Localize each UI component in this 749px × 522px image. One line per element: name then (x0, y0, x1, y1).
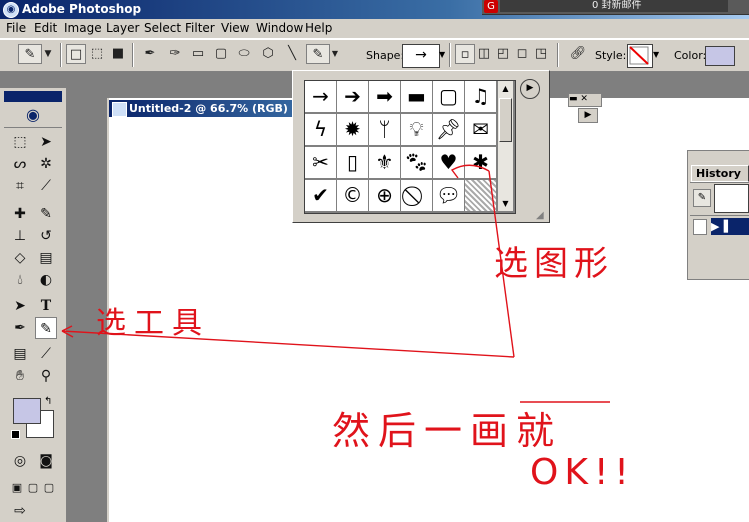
annotation-then-draw: 然后一画就 (332, 409, 563, 453)
annotation-select-tool: 选工具 (96, 306, 210, 341)
annotation-ok: OK!! (530, 452, 635, 493)
annotation-select-shape: 选图形 (494, 244, 614, 284)
